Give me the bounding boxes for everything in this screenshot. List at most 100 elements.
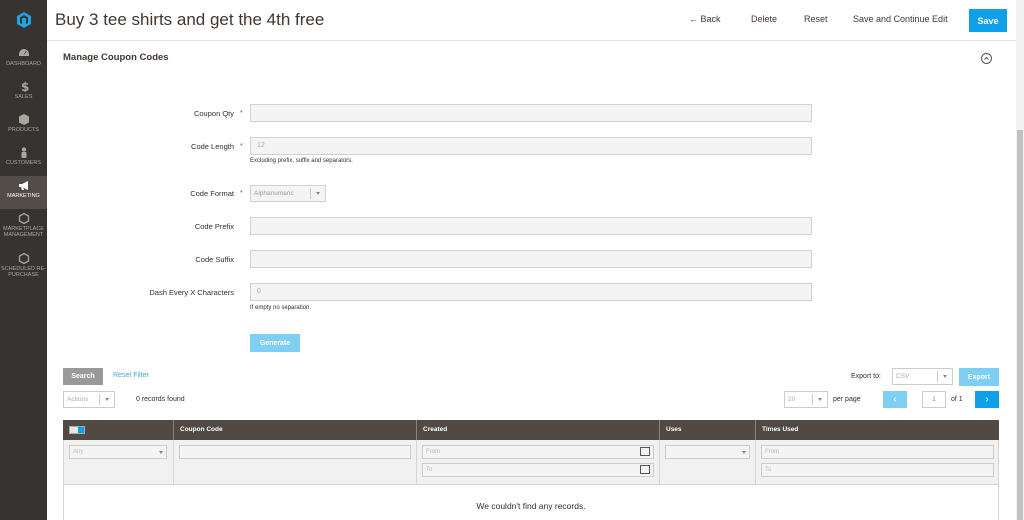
column-times-used[interactable]: Times Used <box>755 420 999 440</box>
arrow-left-icon: ← <box>689 14 698 24</box>
chevron-down-icon <box>159 451 163 454</box>
uses-filter[interactable] <box>665 445 750 459</box>
mass-select-column[interactable] <box>63 420 173 440</box>
generate-button[interactable]: Generate <box>250 334 300 352</box>
code-suffix-label: Code Suffix <box>195 255 234 264</box>
save-and-continue-button[interactable]: Save and Continue Edit <box>853 14 948 24</box>
per-page-value: 20 <box>788 396 796 403</box>
code-format-value: Alphanumeric <box>254 190 294 197</box>
nav-sales[interactable]: $ SALES <box>0 77 47 110</box>
export-format-select[interactable]: CSV <box>892 368 953 385</box>
calendar-icon[interactable] <box>640 465 650 474</box>
from-placeholder: From <box>426 449 440 455</box>
nav-label: CUSTOMERS <box>5 160 42 166</box>
save-button[interactable]: Save <box>969 9 1007 32</box>
coupon-qty-label: Coupon Qty <box>193 109 234 118</box>
page-title: Buy 3 tee shirts and get the 4th free <box>55 10 325 29</box>
created-from-filter[interactable]: From <box>422 445 654 459</box>
dashboard-icon <box>18 49 29 56</box>
required-asterisk: * <box>240 110 243 117</box>
export-format-value: CSV <box>896 373 910 380</box>
dash-every-label: Dash Every X Characters <box>149 288 234 297</box>
nav-label: DASHBOARD <box>6 61 41 67</box>
empty-message: We couldn't find any records. <box>476 501 586 511</box>
mass-select-filter[interactable]: Any <box>69 445 167 459</box>
code-suffix-input[interactable] <box>250 250 812 268</box>
reset-filter-link[interactable]: Reset Filter <box>113 372 149 379</box>
nav-label: MARKETPLACE MANAGEMENT <box>3 226 44 238</box>
chevron-down-icon <box>316 192 320 195</box>
prev-page-button[interactable]: ‹ <box>883 391 907 408</box>
admin-sidebar: DASHBOARD $ SALES PRODUCTS CUSTOMERS MAR… <box>0 0 47 520</box>
nav-customers[interactable]: CUSTOMERS <box>0 143 47 176</box>
required-asterisk: * <box>240 190 243 197</box>
dash-every-note: If empty no separation. <box>250 305 312 311</box>
grid-header: Coupon Code Created Uses Times Used <box>63 420 999 440</box>
nav-label: SALES <box>14 94 33 100</box>
chevron-down-icon <box>105 398 109 401</box>
delete-button[interactable]: Delete <box>751 14 777 24</box>
search-button[interactable]: Search <box>63 368 103 385</box>
reset-button[interactable]: Reset <box>804 14 828 24</box>
code-length-note: Excluding prefix, suffix and separators. <box>250 158 353 164</box>
export-button[interactable]: Export <box>959 368 999 386</box>
nav-scheduled-repurchase[interactable]: SCHEDULED RE-PURCHASE <box>0 249 47 289</box>
scrollbar[interactable] <box>1016 0 1024 520</box>
nav-products[interactable]: PRODUCTS <box>0 110 47 143</box>
page-header: Buy 3 tee shirts and get the 4th free ← … <box>47 0 1016 41</box>
section-title[interactable]: Manage Coupon Codes <box>63 52 169 63</box>
column-coupon-code[interactable]: Coupon Code <box>173 420 416 440</box>
actions-label: Actions <box>67 396 89 403</box>
column-created[interactable]: Created <box>416 420 659 440</box>
export-to-label: Export to: <box>851 373 881 380</box>
grid-empty-row: We couldn't find any records. <box>63 484 999 520</box>
scrollbar-thumb[interactable] <box>1017 130 1023 520</box>
chevron-left-icon: ‹ <box>893 394 897 405</box>
coupon-qty-input[interactable] <box>250 104 812 122</box>
code-prefix-label: Code Prefix <box>194 222 234 231</box>
records-found: 0 records found <box>136 396 185 403</box>
nav-dashboard[interactable]: DASHBOARD <box>0 44 47 77</box>
code-format-label: Code Format <box>190 189 234 198</box>
dollar-icon: $ <box>21 81 29 92</box>
nav-label: SCHEDULED RE-PURCHASE <box>1 266 46 278</box>
code-length-label: Code Length <box>191 142 234 151</box>
code-prefix-input[interactable] <box>250 217 812 235</box>
per-page-select[interactable]: 20 <box>784 391 828 408</box>
box-icon <box>18 114 29 125</box>
nav-marketplace[interactable]: MARKETPLACE MANAGEMENT <box>0 209 47 249</box>
nav-label: PRODUCTS <box>8 127 39 133</box>
required-asterisk: * <box>240 143 243 150</box>
calendar-icon[interactable] <box>640 447 650 456</box>
any-option: Any <box>73 449 84 455</box>
back-label: Back <box>700 14 721 24</box>
page-count: of 1 <box>951 396 963 403</box>
code-format-select[interactable]: Alphanumeric <box>250 185 326 202</box>
magento-logo[interactable] <box>0 0 47 40</box>
back-button[interactable]: ← Back <box>689 14 721 24</box>
column-uses[interactable]: Uses <box>659 420 755 440</box>
grid-filter-row: Any From To From To <box>63 440 999 484</box>
hexagon-icon <box>18 213 29 224</box>
person-icon <box>21 147 26 158</box>
dash-every-input[interactable]: 0 <box>250 283 812 301</box>
actions-select[interactable]: Actions <box>63 391 115 408</box>
checkbox-dropdown-icon[interactable] <box>69 426 85 434</box>
collapse-icon[interactable] <box>981 53 992 64</box>
created-to-filter[interactable]: To <box>422 463 654 477</box>
megaphone-icon <box>18 181 28 190</box>
page-input[interactable]: 1 <box>922 391 946 408</box>
to-placeholder: To <box>426 467 433 473</box>
times-used-from-filter[interactable]: From <box>761 445 994 459</box>
nav-marketing[interactable]: MARKETING <box>0 176 47 209</box>
chevron-right-icon: › <box>985 394 989 405</box>
next-page-button[interactable]: › <box>975 391 999 408</box>
coupon-code-filter[interactable] <box>179 445 411 459</box>
chevron-down-icon <box>742 451 746 454</box>
svg-text:$: $ <box>21 81 29 92</box>
nav-label: MARKETING <box>7 193 40 199</box>
code-length-input[interactable]: 12 <box>250 137 812 155</box>
times-used-to-filter[interactable]: To <box>761 463 994 477</box>
chevron-down-icon <box>943 375 947 378</box>
hexagon-icon <box>18 253 29 264</box>
